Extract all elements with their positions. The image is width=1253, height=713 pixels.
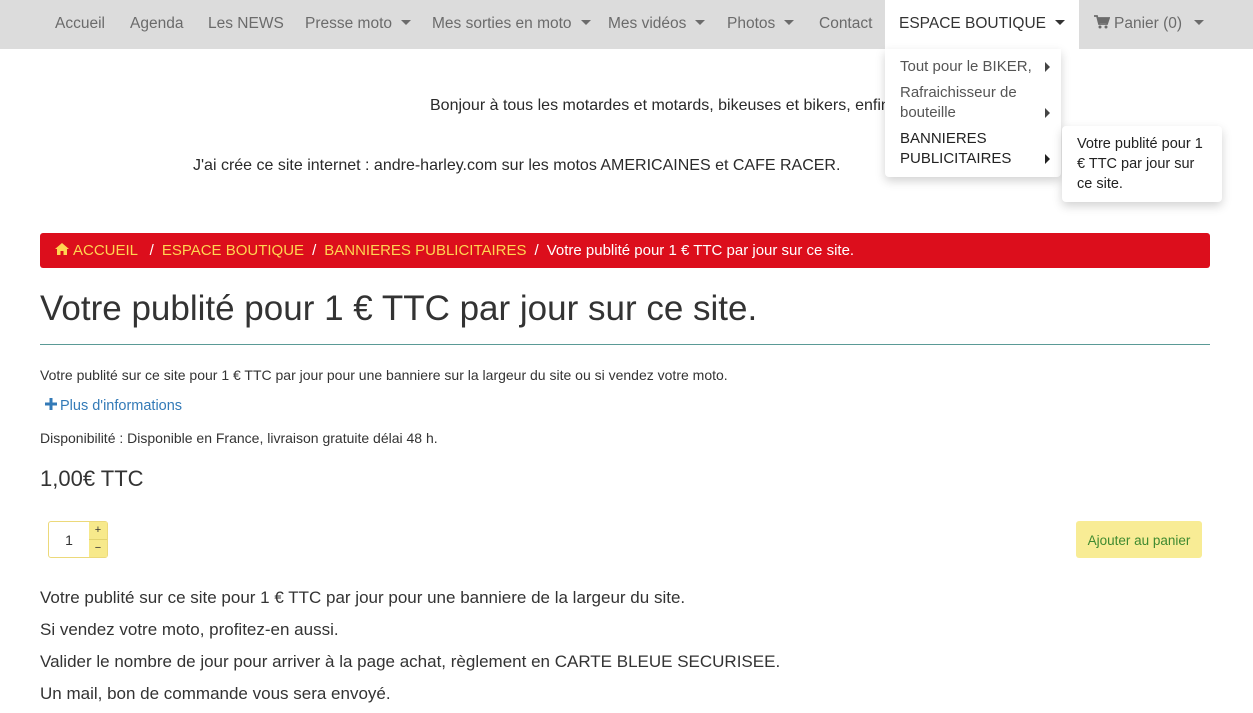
dropdown-item-label: Tout pour le BIKER, xyxy=(900,58,1032,75)
dropdown-item-label: Rafraichisseur de xyxy=(900,84,1017,101)
caret-down-icon xyxy=(1194,20,1205,26)
nav-label: Accueil xyxy=(55,15,105,32)
page-title: Votre publité pour 1 € TTC par jour sur … xyxy=(40,289,758,328)
more-info-label: Plus d'informations xyxy=(60,398,183,414)
dropdown-item-tout-pour-biker[interactable]: Tout pour le BIKER, xyxy=(900,57,1050,77)
quantity-increase-button[interactable]: + xyxy=(89,522,107,540)
breadcrumb-home[interactable]: ACCUEIL xyxy=(55,242,142,259)
product-short-description: Votre publité sur ce site pour 1 € TTC p… xyxy=(40,367,728,383)
caret-down-icon xyxy=(695,20,706,26)
nav-item-contact[interactable]: Contact xyxy=(819,0,872,49)
submenu-item-label: Votre publité pour 1 € TTC par jour sur … xyxy=(1077,136,1203,192)
caret-right-icon xyxy=(1045,154,1050,164)
nav-label: Contact xyxy=(819,15,873,32)
nav-item-news[interactable]: Les NEWS xyxy=(208,0,284,49)
cart-label: Panier (0) xyxy=(1114,15,1183,32)
nav-item-agenda[interactable]: Agenda xyxy=(130,0,183,49)
plus-icon xyxy=(45,398,57,411)
breadcrumb-home-label: ACCUEIL xyxy=(73,242,138,259)
caret-down-icon xyxy=(401,20,412,26)
breadcrumb-separator: / xyxy=(534,242,539,259)
nav-label: Photos xyxy=(727,15,776,32)
description-line: Si vendez votre moto, profitez-en aussi. xyxy=(40,620,339,639)
nav-item-espace-boutique[interactable]: ESPACE BOUTIQUE xyxy=(885,0,1079,49)
product-availability: Disponibilité : Disponible en France, li… xyxy=(40,430,438,446)
nav-item-mes-videos[interactable]: Mes vidéos xyxy=(608,0,706,49)
description-line: Un mail, bon de commande vous sera envoy… xyxy=(40,684,391,703)
product-price: 1,00€ TTC xyxy=(40,466,144,491)
nav-item-accueil[interactable]: Accueil xyxy=(55,0,105,49)
nav-item-mes-sorties[interactable]: Mes sorties en moto xyxy=(432,0,591,49)
boutique-dropdown-menu: Tout pour le BIKER, Rafraichisseur de bo… xyxy=(885,49,1061,177)
caret-down-icon xyxy=(580,20,591,26)
dropdown-item-label: BANNIERES xyxy=(900,130,987,147)
title-divider xyxy=(40,344,1210,345)
home-icon xyxy=(55,243,69,256)
nav-label: Agenda xyxy=(130,15,184,32)
breadcrumb-espace-boutique[interactable]: ESPACE BOUTIQUE xyxy=(162,242,304,259)
dropdown-item-label: bouteille xyxy=(900,104,956,121)
quantity-decrease-button[interactable]: − xyxy=(89,540,107,557)
intro-line-2: J'ai crée ce site internet : andre-harle… xyxy=(193,157,841,174)
nav-item-cart[interactable]: Panier (0) xyxy=(1094,0,1205,49)
dropdown-item-label: PUBLICITAIRES xyxy=(900,150,1012,167)
caret-down-icon xyxy=(1055,20,1065,26)
caret-down-icon xyxy=(784,20,795,26)
more-info-link[interactable]: Plus d'informations xyxy=(45,398,182,414)
main-navbar: Accueil Agenda Les NEWS Presse moto Mes … xyxy=(0,0,1253,49)
shopping-cart-icon xyxy=(1094,15,1110,29)
caret-right-icon xyxy=(1045,108,1050,118)
breadcrumb-bannieres[interactable]: BANNIERES PUBLICITAIRES xyxy=(324,242,526,259)
submenu-votre-publicite[interactable]: Votre publité pour 1 € TTC par jour sur … xyxy=(1062,126,1222,202)
add-to-cart-button[interactable]: Ajouter au panier xyxy=(1076,521,1202,558)
nav-label: Mes vidéos xyxy=(608,15,687,32)
breadcrumb-current: Votre publité pour 1 € TTC par jour sur … xyxy=(546,242,855,259)
breadcrumb: ACCUEIL / ESPACE BOUTIQUE / BANNIERES PUBLI… xyxy=(40,233,1210,268)
nav-item-photos[interactable]: Photos xyxy=(727,0,795,49)
description-line: Valider le nombre de jour pour arriver à… xyxy=(40,652,781,671)
caret-right-icon xyxy=(1045,62,1050,72)
nav-label: Presse moto xyxy=(305,15,393,32)
breadcrumb-separator: / xyxy=(149,242,154,259)
intro-line-1: Bonjour à tous les motardes et motards, … xyxy=(430,97,890,114)
dropdown-item-bannieres[interactable]: BANNIERES PUBLICITAIRES xyxy=(900,129,1050,169)
breadcrumb-separator: / xyxy=(312,242,317,259)
dropdown-item-rafraichisseur[interactable]: Rafraichisseur de bouteille xyxy=(900,83,1050,123)
nav-label: Mes sorties en moto xyxy=(432,15,572,32)
quantity-stepper: + − xyxy=(48,521,108,558)
quantity-input[interactable] xyxy=(49,522,89,557)
nav-label: ESPACE BOUTIQUE xyxy=(899,15,1046,32)
nav-item-presse-moto[interactable]: Presse moto xyxy=(305,0,412,49)
description-line: Votre publité sur ce site pour 1 € TTC p… xyxy=(40,588,686,607)
nav-label: Les NEWS xyxy=(208,15,284,32)
